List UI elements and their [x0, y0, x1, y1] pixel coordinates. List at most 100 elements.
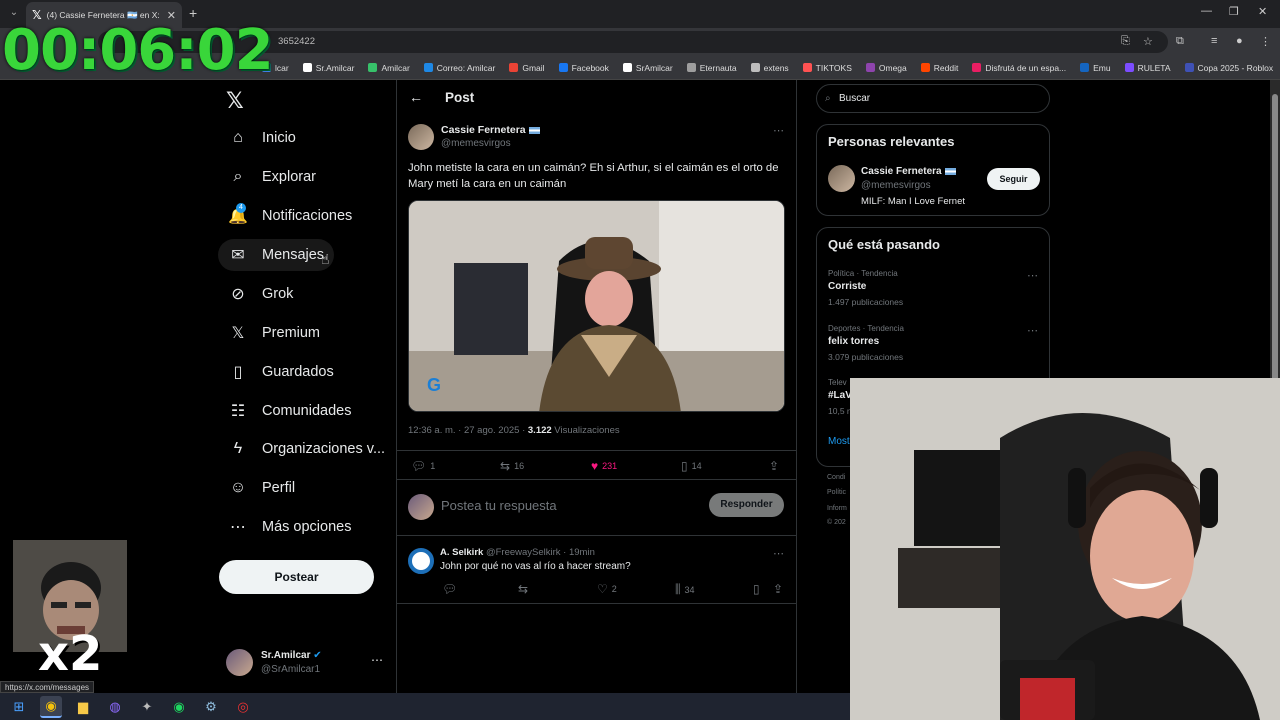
bookmark-label: Omega [878, 62, 907, 73]
bookmark-favicon-icon [1080, 63, 1090, 72]
media-icon[interactable]: ≡ [1211, 35, 1217, 47]
repost-action[interactable]: ⇆ 16 [500, 459, 524, 473]
bookmark-item[interactable]: Facebook [558, 63, 609, 73]
left-nav: 𝕏 ⌂ Inicio ⌕ Explorar 🔔 Notificaciones 4 ✉ Mensa… [218, 80, 388, 693]
bookmark-action[interactable]: ▯ [753, 582, 760, 596]
reply-author-avatar[interactable] [408, 548, 434, 574]
star-icon[interactable]: ☆ [1143, 35, 1153, 48]
nav-item-organizations[interactable]: ϟ Organizaciones v... [218, 433, 395, 465]
bookmark-favicon-icon [750, 63, 760, 72]
bookmark-item[interactable]: TIKTOKS [802, 62, 852, 73]
reply-action[interactable]: 💬︎ [442, 582, 457, 596]
bookmark-item[interactable]: Amilcar [368, 62, 410, 73]
close-window-icon[interactable]: ✕ [1258, 5, 1267, 18]
trend-category: Deportes · Tendencia [828, 324, 904, 333]
share-action[interactable]: ⇪ [769, 459, 779, 473]
discord-icon[interactable]: ◍ [104, 696, 126, 718]
bookmark-item[interactable]: Sr.Amilcar [302, 63, 354, 73]
reply-action[interactable]: 💬︎ 1 [411, 459, 435, 473]
bookmark-label: Reddit [933, 62, 959, 73]
bookmark-item[interactable]: Emu [1080, 63, 1111, 73]
footer-link[interactable]: Condi [827, 474, 845, 481]
trend-more-icon[interactable]: ⋯ [1027, 324, 1038, 337]
nav-item-messages[interactable]: ✉ Mensajes [218, 239, 335, 271]
bookmark-item[interactable]: Copa 2025 - Roblox [1184, 63, 1273, 73]
nav-item-communities[interactable]: ☷ Comunidades [218, 395, 361, 427]
author-name[interactable]: Cassie Fernetera [441, 124, 540, 136]
post-more-icon[interactable]: ⋯ [773, 124, 784, 137]
like-action[interactable]: ♡ 2 [597, 582, 617, 596]
share-action[interactable]: ⇪ [773, 582, 783, 596]
nav-item-premium[interactable]: 𝕏 Premium [218, 317, 330, 349]
nav-item-label: Explorar [262, 169, 316, 185]
relevant-name[interactable]: Cassie Fernetera [861, 166, 956, 177]
steam-icon[interactable]: ⚙ [200, 696, 222, 718]
extensions-icon[interactable]: ⧉ [1176, 35, 1184, 48]
file-explorer-icon[interactable]: ▆ [72, 696, 94, 718]
post-video[interactable]: G [408, 200, 785, 412]
bookmark-item[interactable]: Disfrutá de un espa... [972, 63, 1066, 73]
nav-item-profile[interactable]: ☺ Perfil [218, 472, 305, 504]
search-input[interactable]: ⌕ Buscar [816, 84, 1050, 113]
menu-icon[interactable]: ⋮ [1260, 35, 1271, 48]
nav-item-explore[interactable]: ⌕ Explorar [218, 161, 326, 193]
restore-icon[interactable]: ❐ [1229, 5, 1239, 18]
bookmark-action[interactable]: ▯ 14 [681, 459, 702, 473]
bookmark-item[interactable]: RULETA [1124, 63, 1171, 73]
nav-item-bookmarks[interactable]: ▯ Guardados [218, 356, 344, 388]
like-action[interactable]: ♥ 231 [591, 459, 617, 473]
footer-link[interactable]: Inform [827, 505, 847, 512]
nav-item-label: Organizaciones v... [262, 441, 386, 457]
trend-name[interactable]: #LaV [828, 390, 852, 401]
obs-icon[interactable]: ◎ [232, 696, 254, 718]
show-more-link[interactable]: Most [828, 436, 850, 447]
more-icon[interactable]: ⋯ [371, 653, 383, 667]
nav-item-grok[interactable]: ⊘ Grok [218, 278, 303, 310]
follow-button[interactable]: Seguir [987, 168, 1040, 190]
bookmark-item[interactable]: Eternauta [686, 63, 737, 73]
nav-item-notifications[interactable]: 🔔 Notificaciones 4 [218, 200, 362, 232]
back-arrow-icon[interactable]: ← [409, 89, 423, 105]
reply-button[interactable]: Responder [709, 493, 784, 517]
reply-more-icon[interactable]: ⋯ [773, 547, 784, 560]
trend-more-icon[interactable]: ⋯ [1027, 269, 1038, 282]
trend-count: 1.497 publicaciones [828, 297, 904, 307]
trend-name[interactable]: felix torres [828, 336, 879, 347]
minimize-icon[interactable]: — [1201, 5, 1212, 17]
bookmark-item[interactable]: Gmail [509, 62, 545, 73]
windows-start-icon[interactable]: ⊞ [8, 696, 30, 718]
post-button[interactable]: Postear [219, 560, 374, 594]
bookmark-label: Gmail [522, 62, 545, 73]
screen: ⌄ 𝕏 (4) Cassie Fernetera 🇦🇷 en X: "Jo ✕ … [0, 0, 1280, 720]
relevant-handle[interactable]: @memesvirgos [861, 180, 931, 191]
profile-icon[interactable]: ● [1236, 35, 1243, 47]
avatar[interactable] [828, 165, 855, 192]
more-icon: ⋯ [230, 519, 246, 536]
bookmark-item[interactable]: Omega [865, 62, 907, 73]
reply-author[interactable]: A. Selkirk @FreewaySelkirk · 19min [440, 547, 595, 558]
bookmark-item[interactable]: extens [750, 63, 789, 73]
trend-name[interactable]: Corriste [828, 281, 866, 292]
bookmark-item[interactable]: Correo: Amilcar [423, 63, 495, 73]
nav-item-home[interactable]: ⌂ Inicio [218, 122, 306, 154]
chrome-icon[interactable]: ◉ [40, 695, 62, 718]
nav-item-more-options[interactable]: ⋯ Más opciones [218, 511, 361, 543]
app-icon[interactable]: ✦ [136, 696, 158, 718]
reply-input[interactable]: Postea tu respuesta [441, 498, 557, 513]
bookmark-label: Amilcar [381, 62, 410, 73]
author-handle[interactable]: @memesvirgos [441, 138, 511, 149]
account-name: Sr.Amilcar ✔ [261, 650, 322, 661]
divider [397, 535, 796, 536]
search-icon: ⌕ [825, 93, 831, 104]
bookmark-item[interactable]: Reddit [920, 62, 959, 73]
account-switcher[interactable]: Sr.Amilcar ✔ @SrAmilcar1 ⋯ [226, 645, 386, 681]
views-action[interactable]: ⫼ 34 [675, 582, 695, 597]
bookmark-item[interactable]: SrAmilcar [622, 63, 673, 73]
author-avatar[interactable] [408, 124, 434, 150]
repost-action[interactable]: ⇆ [518, 582, 528, 596]
spotify-icon[interactable]: ◉ [168, 696, 190, 718]
x-logo-icon[interactable]: 𝕏 [226, 88, 244, 114]
install-icon[interactable]: ⎘ [1121, 35, 1130, 48]
footer-link[interactable]: Polític [827, 489, 846, 496]
bookmark-label: TIKTOKS [815, 62, 852, 73]
